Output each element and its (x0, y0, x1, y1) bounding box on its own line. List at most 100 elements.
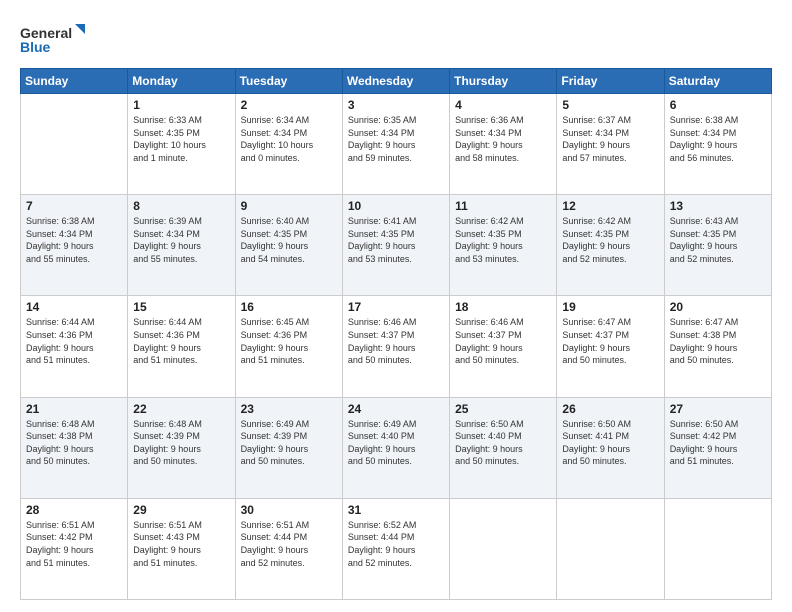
day-number: 4 (455, 98, 551, 112)
cell-content: Sunrise: 6:40 AM Sunset: 4:35 PM Dayligh… (241, 215, 337, 265)
calendar-cell: 11Sunrise: 6:42 AM Sunset: 4:35 PM Dayli… (450, 195, 557, 296)
calendar-cell: 9 Sunrise: 6:40 AM Sunset: 4:35 PM Daylig… (235, 195, 342, 296)
cell-content: Sunrise: 6:50 AM Sunset: 4:42 PM Dayligh… (670, 418, 766, 468)
day-number: 17 (348, 300, 444, 314)
day-number: 1 (133, 98, 229, 112)
day-number: 29 (133, 503, 229, 517)
cell-content: Sunrise: 6:51 AM Sunset: 4:42 PM Dayligh… (26, 519, 122, 569)
day-number: 31 (348, 503, 444, 517)
calendar-cell: 17 Sunrise: 6:46 AM Sunset: 4:37 PM Dayli… (342, 296, 449, 397)
cell-content: Sunrise: 6:52 AM Sunset: 4:44 PM Dayligh… (348, 519, 444, 569)
calendar-week-2: 7Sunrise: 6:38 AM Sunset: 4:34 PM Daylig… (21, 195, 772, 296)
cell-content: Sunrise: 6:37 AM Sunset: 4:34 PM Dayligh… (562, 114, 658, 164)
day-number: 23 (241, 402, 337, 416)
cell-content: Sunrise: 6:48 AM Sunset: 4:39 PM Dayligh… (133, 418, 229, 468)
col-header-thursday: Thursday (450, 69, 557, 94)
cell-content: Sunrise: 6:49 AM Sunset: 4:39 PM Dayligh… (241, 418, 337, 468)
cell-content: Sunrise: 6:51 AM Sunset: 4:43 PM Dayligh… (133, 519, 229, 569)
logo-svg: General Blue (20, 22, 90, 58)
day-number: 25 (455, 402, 551, 416)
day-number: 14 (26, 300, 122, 314)
calendar-cell: 4 Sunrise: 6:36 AM Sunset: 4:34 PM Daylig… (450, 94, 557, 195)
day-number: 20 (670, 300, 766, 314)
day-number: 16 (241, 300, 337, 314)
day-number: 7 (26, 199, 122, 213)
calendar-cell: 2 Sunrise: 6:34 AM Sunset: 4:34 PM Daylig… (235, 94, 342, 195)
calendar-cell: 19 Sunrise: 6:47 AM Sunset: 4:37 PM Dayli… (557, 296, 664, 397)
header: General Blue (20, 18, 772, 58)
day-number: 9 (241, 199, 337, 213)
cell-content: Sunrise: 6:35 AM Sunset: 4:34 PM Dayligh… (348, 114, 444, 164)
cell-content: Sunrise: 6:38 AM Sunset: 4:34 PM Dayligh… (670, 114, 766, 164)
col-header-sunday: Sunday (21, 69, 128, 94)
calendar-cell: 31 Sunrise: 6:52 AM Sunset: 4:44 PM Dayli… (342, 498, 449, 599)
svg-text:Blue: Blue (20, 39, 51, 55)
calendar-cell: 26 Sunrise: 6:50 AM Sunset: 4:41 PM Dayli… (557, 397, 664, 498)
calendar-cell: 27 Sunrise: 6:50 AM Sunset: 4:42 PM Dayli… (664, 397, 771, 498)
calendar-week-1: 1 Sunrise: 6:33 AM Sunset: 4:35 PM Daylig… (21, 94, 772, 195)
day-number: 26 (562, 402, 658, 416)
calendar-table: SundayMondayTuesdayWednesdayThursdayFrid… (20, 68, 772, 600)
day-number: 19 (562, 300, 658, 314)
cell-content: Sunrise: 6:41 AM Sunset: 4:35 PM Dayligh… (348, 215, 444, 265)
calendar-cell: 28 Sunrise: 6:51 AM Sunset: 4:42 PM Dayli… (21, 498, 128, 599)
day-number: 3 (348, 98, 444, 112)
calendar-cell: 10 Sunrise: 6:41 AM Sunset: 4:35 PM Dayli… (342, 195, 449, 296)
cell-content: Sunrise: 6:43 AM Sunset: 4:35 PM Dayligh… (670, 215, 766, 265)
col-header-tuesday: Tuesday (235, 69, 342, 94)
day-number: 10 (348, 199, 444, 213)
calendar-cell: 20 Sunrise: 6:47 AM Sunset: 4:38 PM Dayli… (664, 296, 771, 397)
calendar-cell: 13Sunrise: 6:43 AM Sunset: 4:35 PM Dayli… (664, 195, 771, 296)
cell-content: Sunrise: 6:42 AM Sunset: 4:35 PM Dayligh… (562, 215, 658, 265)
cell-content: Sunrise: 6:46 AM Sunset: 4:37 PM Dayligh… (455, 316, 551, 366)
calendar-cell: 16Sunrise: 6:45 AM Sunset: 4:36 PM Dayli… (235, 296, 342, 397)
cell-content: Sunrise: 6:34 AM Sunset: 4:34 PM Dayligh… (241, 114, 337, 164)
calendar-cell (21, 94, 128, 195)
col-header-saturday: Saturday (664, 69, 771, 94)
day-number: 22 (133, 402, 229, 416)
calendar-cell: 6Sunrise: 6:38 AM Sunset: 4:34 PM Daylig… (664, 94, 771, 195)
day-number: 21 (26, 402, 122, 416)
cell-content: Sunrise: 6:33 AM Sunset: 4:35 PM Dayligh… (133, 114, 229, 164)
day-number: 8 (133, 199, 229, 213)
logo: General Blue (20, 22, 90, 58)
cell-content: Sunrise: 6:39 AM Sunset: 4:34 PM Dayligh… (133, 215, 229, 265)
cell-content: Sunrise: 6:36 AM Sunset: 4:34 PM Dayligh… (455, 114, 551, 164)
calendar-cell: 23 Sunrise: 6:49 AM Sunset: 4:39 PM Dayli… (235, 397, 342, 498)
header-row: SundayMondayTuesdayWednesdayThursdayFrid… (21, 69, 772, 94)
calendar-cell: 21Sunrise: 6:48 AM Sunset: 4:38 PM Dayli… (21, 397, 128, 498)
day-number: 5 (562, 98, 658, 112)
calendar-cell: 14 Sunrise: 6:44 AM Sunset: 4:36 PM Dayli… (21, 296, 128, 397)
calendar-cell: 25Sunrise: 6:50 AM Sunset: 4:40 PM Dayli… (450, 397, 557, 498)
day-number: 18 (455, 300, 551, 314)
calendar-cell: 8 Sunrise: 6:39 AM Sunset: 4:34 PM Daylig… (128, 195, 235, 296)
page: General Blue SundayMondayTuesdayWednesda… (0, 0, 792, 612)
calendar-week-3: 14 Sunrise: 6:44 AM Sunset: 4:36 PM Dayli… (21, 296, 772, 397)
calendar-cell: 24Sunrise: 6:49 AM Sunset: 4:40 PM Dayli… (342, 397, 449, 498)
day-number: 2 (241, 98, 337, 112)
cell-content: Sunrise: 6:50 AM Sunset: 4:41 PM Dayligh… (562, 418, 658, 468)
calendar-cell (664, 498, 771, 599)
day-number: 15 (133, 300, 229, 314)
calendar-cell: 29 Sunrise: 6:51 AM Sunset: 4:43 PM Dayli… (128, 498, 235, 599)
cell-content: Sunrise: 6:51 AM Sunset: 4:44 PM Dayligh… (241, 519, 337, 569)
cell-content: Sunrise: 6:47 AM Sunset: 4:37 PM Dayligh… (562, 316, 658, 366)
cell-content: Sunrise: 6:47 AM Sunset: 4:38 PM Dayligh… (670, 316, 766, 366)
calendar-cell: 12Sunrise: 6:42 AM Sunset: 4:35 PM Dayli… (557, 195, 664, 296)
cell-content: Sunrise: 6:46 AM Sunset: 4:37 PM Dayligh… (348, 316, 444, 366)
calendar-cell (557, 498, 664, 599)
calendar-week-4: 21Sunrise: 6:48 AM Sunset: 4:38 PM Dayli… (21, 397, 772, 498)
calendar-cell: 3 Sunrise: 6:35 AM Sunset: 4:34 PM Daylig… (342, 94, 449, 195)
col-header-friday: Friday (557, 69, 664, 94)
cell-content: Sunrise: 6:44 AM Sunset: 4:36 PM Dayligh… (26, 316, 122, 366)
day-number: 27 (670, 402, 766, 416)
day-number: 11 (455, 199, 551, 213)
cell-content: Sunrise: 6:44 AM Sunset: 4:36 PM Dayligh… (133, 316, 229, 366)
day-number: 24 (348, 402, 444, 416)
day-number: 28 (26, 503, 122, 517)
calendar-cell: 5 Sunrise: 6:37 AM Sunset: 4:34 PM Daylig… (557, 94, 664, 195)
day-number: 30 (241, 503, 337, 517)
calendar-cell: 15 Sunrise: 6:44 AM Sunset: 4:36 PM Dayli… (128, 296, 235, 397)
calendar-week-5: 28 Sunrise: 6:51 AM Sunset: 4:42 PM Dayli… (21, 498, 772, 599)
calendar-cell: 30 Sunrise: 6:51 AM Sunset: 4:44 PM Dayli… (235, 498, 342, 599)
